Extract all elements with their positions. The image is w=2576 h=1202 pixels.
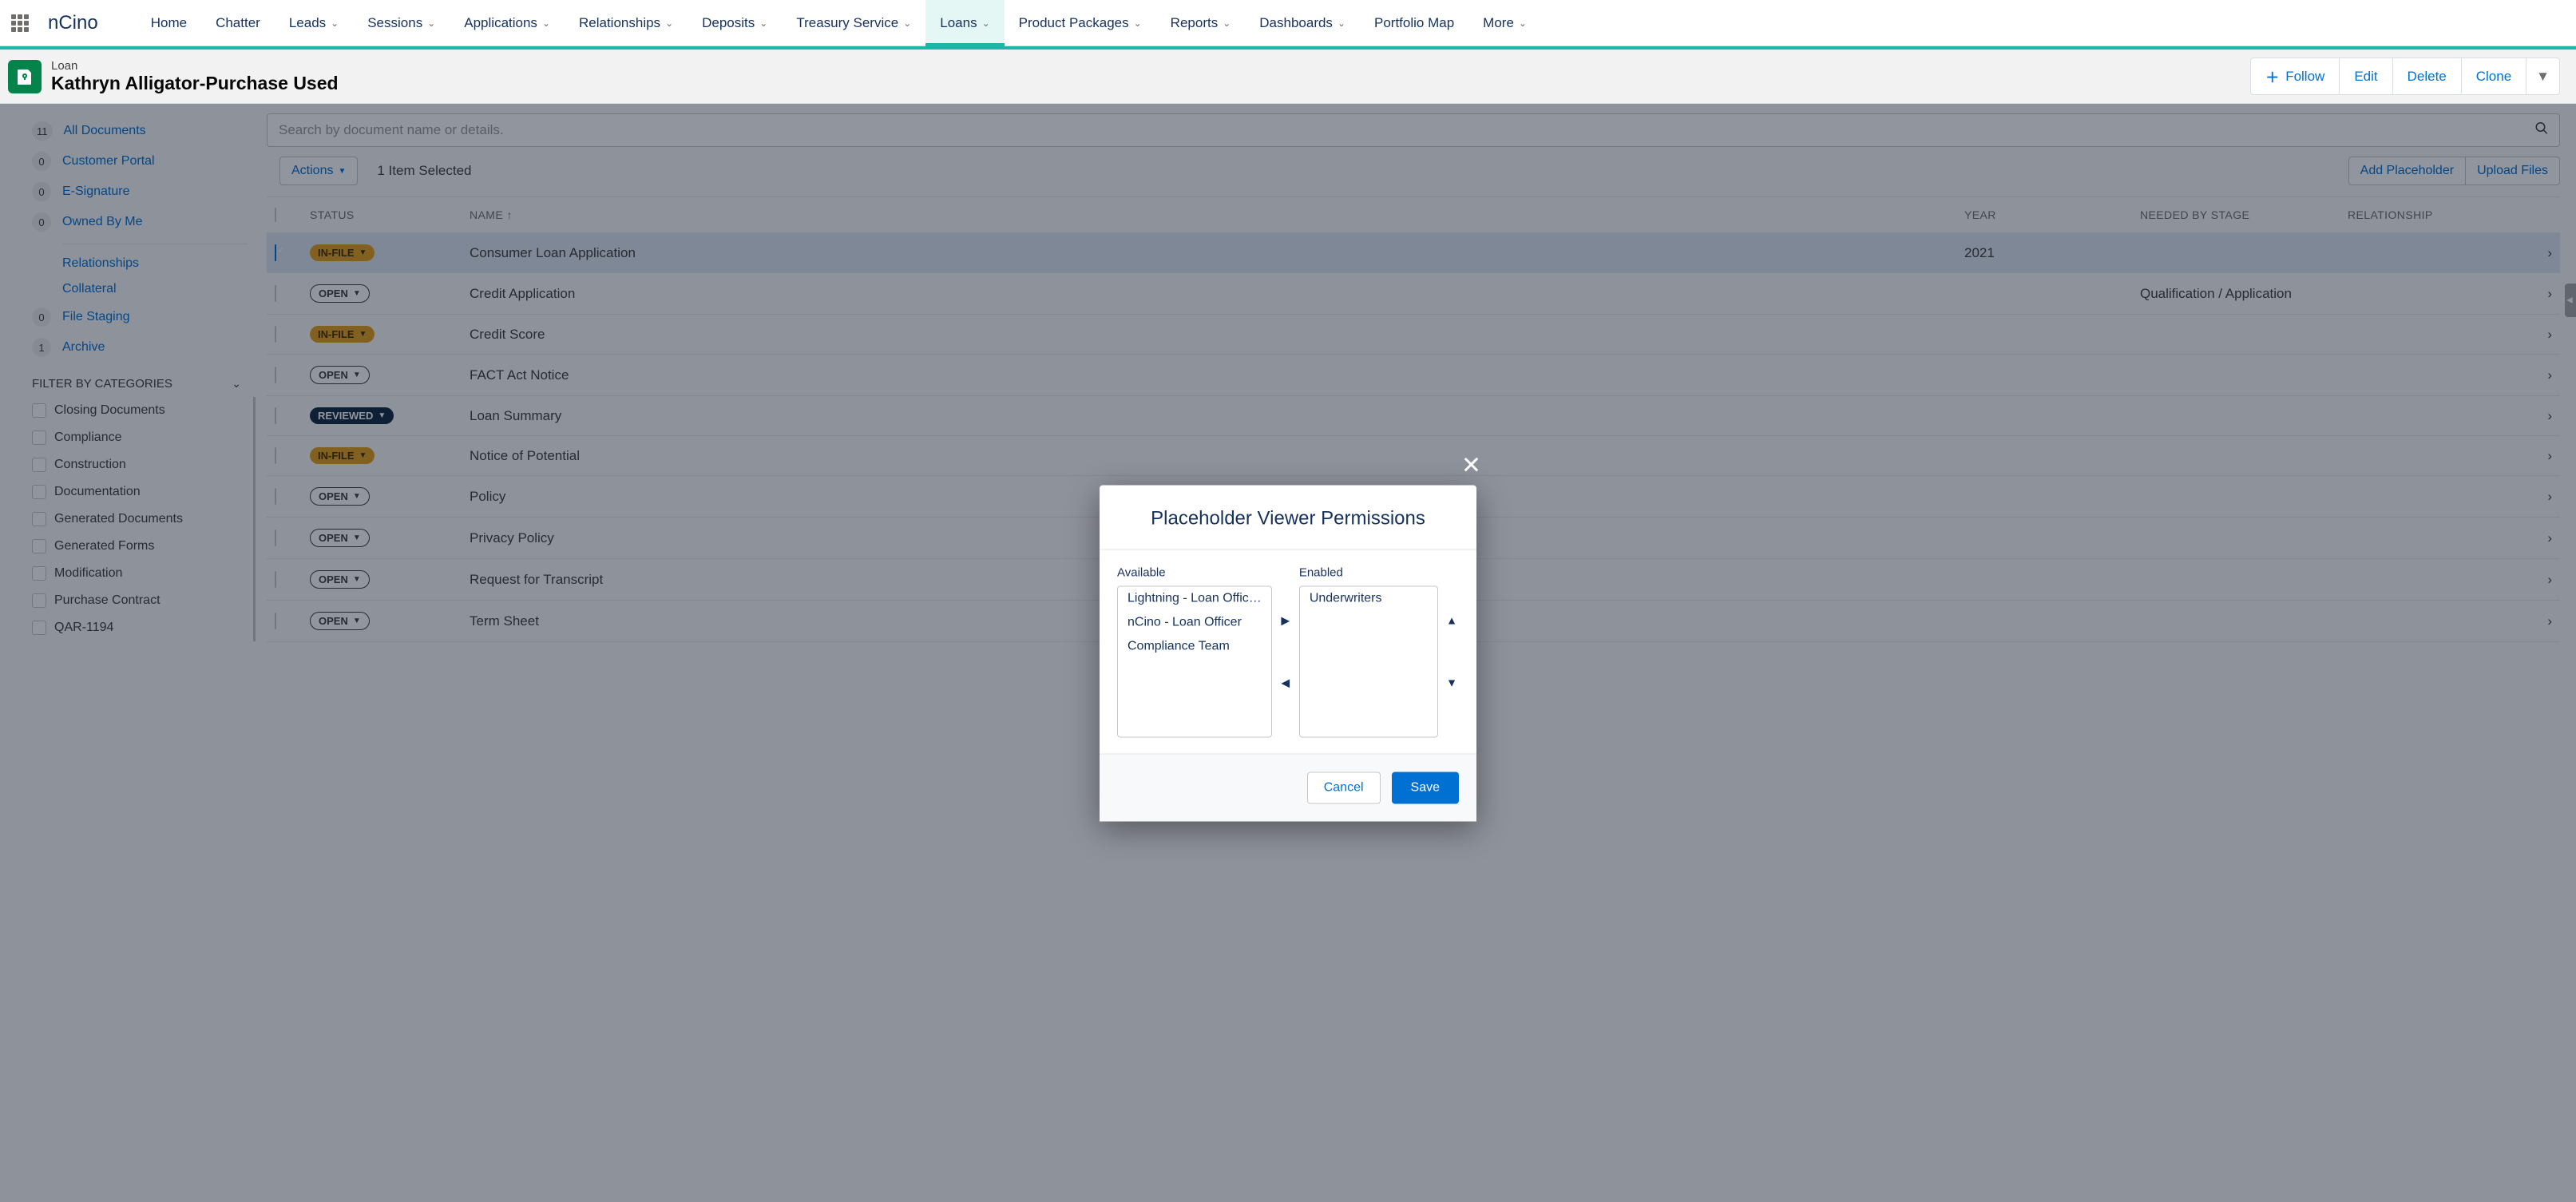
plus-icon: ＋ — [2265, 66, 2279, 86]
available-option[interactable]: Lightning - Loan Offic… — [1118, 586, 1271, 610]
nav-tab-deposits[interactable]: Deposits ⌄ — [688, 0, 782, 46]
chevron-down-icon: ⌄ — [1338, 18, 1345, 29]
move-up-button[interactable]: ▲ — [1445, 613, 1459, 628]
permissions-modal: ✕ Placeholder Viewer Permissions Availab… — [1100, 485, 1476, 821]
nav-tab-label: Reports — [1171, 15, 1219, 31]
nav-tab-label: Relationships — [579, 15, 660, 31]
enabled-listbox[interactable]: Underwriters — [1299, 585, 1438, 737]
follow-label: Follow — [2285, 69, 2324, 85]
chevron-down-icon: ⌄ — [1223, 18, 1231, 29]
nav-tab-treasury-service[interactable]: Treasury Service ⌄ — [782, 0, 925, 46]
enabled-label: Enabled — [1299, 565, 1438, 579]
save-label: Save — [1411, 780, 1440, 794]
nav-tab-sessions[interactable]: Sessions ⌄ — [353, 0, 450, 46]
available-listbox[interactable]: Lightning - Loan Offic…nCino - Loan Offi… — [1117, 585, 1272, 737]
app-launcher-icon[interactable] — [8, 11, 32, 35]
loan-icon — [8, 60, 42, 93]
move-down-button[interactable]: ▼ — [1445, 676, 1459, 690]
nav-tab-label: Deposits — [702, 15, 755, 31]
available-option[interactable]: Compliance Team — [1118, 634, 1271, 658]
nav-tab-applications[interactable]: Applications ⌄ — [450, 0, 565, 46]
brand-label: nCino — [48, 12, 98, 34]
chevron-down-icon: ⌄ — [903, 18, 911, 29]
nav-tabs: HomeChatterLeads⌄Sessions⌄Applications⌄R… — [137, 0, 1541, 46]
nav-tab-label: Treasury Service — [796, 15, 898, 31]
chevron-down-icon: ⌄ — [1134, 18, 1142, 29]
nav-tab-label: More — [1483, 15, 1514, 31]
clone-label: Clone — [2476, 69, 2511, 85]
chevron-down-icon: ⌄ — [665, 18, 673, 29]
chevron-down-icon: ⌄ — [542, 18, 550, 29]
nav-tab-label: Dashboards — [1259, 15, 1333, 31]
chevron-down-icon: ⌄ — [982, 18, 990, 29]
move-left-button[interactable]: ◀ — [1278, 676, 1293, 690]
nav-tab-label: Chatter — [216, 15, 260, 31]
nav-tab-relationships[interactable]: Relationships ⌄ — [565, 0, 688, 46]
caret-down-icon: ▼ — [2536, 69, 2550, 85]
chevron-down-icon: ⌄ — [331, 18, 339, 29]
nav-tab-home[interactable]: Home — [137, 0, 201, 46]
nav-tab-label: Sessions — [367, 15, 422, 31]
nav-tab-loans[interactable]: Loans ⌄ — [925, 0, 1004, 46]
nav-tab-label: Leads — [289, 15, 326, 31]
chevron-down-icon: ⌄ — [1519, 18, 1527, 29]
cancel-label: Cancel — [1324, 780, 1364, 794]
clone-button[interactable]: Clone — [2461, 58, 2526, 95]
nav-tab-label: Product Packages — [1019, 15, 1129, 31]
nav-tab-portfolio-map[interactable]: Portfolio Map — [1360, 0, 1468, 46]
modal-title: Placeholder Viewer Permissions — [1100, 485, 1476, 549]
delete-button[interactable]: Delete — [2392, 58, 2462, 95]
record-actions: ＋ Follow Edit Delete Clone ▼ — [2250, 58, 2560, 95]
nav-tab-label: Loans — [940, 15, 977, 31]
workspace-container: 11All Documents0Customer Portal0E-Signat… — [0, 104, 2576, 1202]
available-label: Available — [1117, 565, 1272, 579]
nav-tab-reports[interactable]: Reports ⌄ — [1156, 0, 1246, 46]
record-actions-more[interactable]: ▼ — [2526, 58, 2560, 95]
nav-tab-label: Portfolio Map — [1374, 15, 1454, 31]
enabled-option[interactable]: Underwriters — [1300, 586, 1437, 610]
close-icon[interactable]: ✕ — [1461, 451, 1481, 479]
edit-label: Edit — [2354, 69, 2377, 85]
global-nav: nCino HomeChatterLeads⌄Sessions⌄Applicat… — [0, 0, 2576, 46]
nav-tab-leads[interactable]: Leads ⌄ — [275, 0, 353, 46]
move-right-button[interactable]: ▶ — [1278, 613, 1293, 628]
record-object-label: Loan — [51, 59, 339, 73]
chevron-down-icon: ⌄ — [427, 18, 435, 29]
record-header: Loan Kathryn Alligator-Purchase Used ＋ F… — [0, 50, 2576, 104]
save-button[interactable]: Save — [1392, 772, 1459, 803]
nav-tab-label: Applications — [464, 15, 537, 31]
nav-tab-more[interactable]: More ⌄ — [1468, 0, 1541, 46]
nav-tab-product-packages[interactable]: Product Packages ⌄ — [1005, 0, 1156, 46]
nav-tab-chatter[interactable]: Chatter — [201, 0, 275, 46]
available-option[interactable]: nCino - Loan Officer — [1118, 610, 1271, 634]
record-title: Kathryn Alligator-Purchase Used — [51, 73, 339, 94]
follow-button[interactable]: ＋ Follow — [2250, 58, 2340, 95]
edit-button[interactable]: Edit — [2339, 58, 2392, 95]
chevron-down-icon: ⌄ — [759, 18, 767, 29]
nav-tab-label: Home — [151, 15, 187, 31]
nav-tab-dashboards[interactable]: Dashboards ⌄ — [1245, 0, 1360, 46]
cancel-button[interactable]: Cancel — [1307, 772, 1381, 803]
delete-label: Delete — [2408, 69, 2447, 85]
